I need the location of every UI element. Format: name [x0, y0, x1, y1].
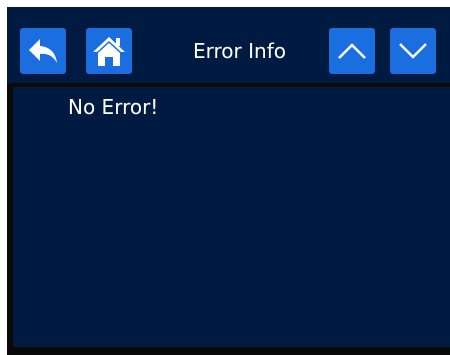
- back-arrow-icon: [29, 39, 57, 63]
- error-content-panel: No Error!: [13, 87, 450, 347]
- home-button[interactable]: [86, 28, 132, 74]
- chevron-down-icon: [399, 43, 427, 59]
- page-title: Error Info: [193, 39, 286, 63]
- error-message: No Error!: [68, 95, 159, 119]
- header-bar: Error Info: [7, 7, 450, 83]
- scroll-down-button[interactable]: [390, 28, 436, 74]
- home-icon: [93, 37, 125, 66]
- scroll-up-button[interactable]: [329, 28, 375, 74]
- chevron-up-icon: [338, 43, 366, 59]
- back-button[interactable]: [20, 28, 66, 74]
